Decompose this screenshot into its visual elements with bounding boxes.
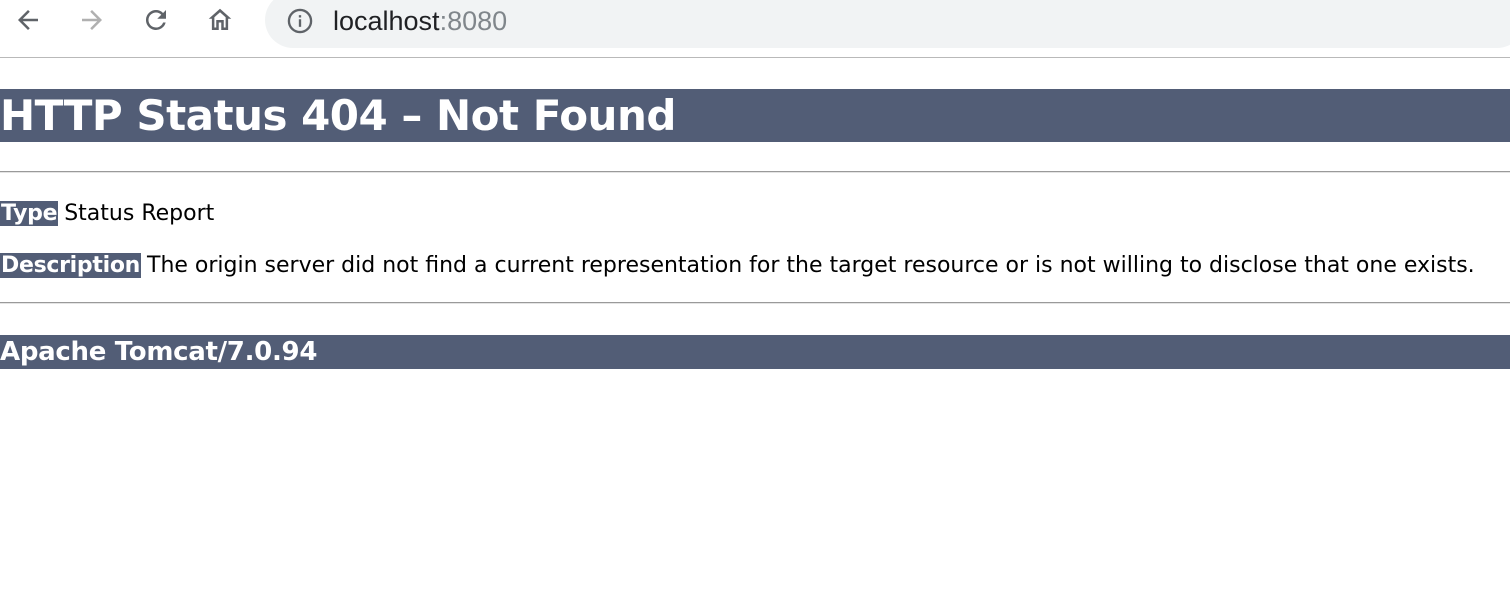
type-value: Status Report [64,201,215,226]
url-port: :8080 [439,6,508,36]
info-icon[interactable] [285,6,315,36]
forward-arrow-icon [77,5,107,35]
back-arrow-icon [13,5,43,35]
divider [0,171,1510,173]
description-value: The origin server did not find a current… [147,253,1475,278]
reload-icon [141,5,171,35]
reload-button[interactable] [138,2,174,38]
home-button[interactable] [202,2,238,38]
forward-button[interactable] [74,2,110,38]
home-icon [205,5,235,35]
url-host: localhost [333,6,440,36]
type-row: Type Status Report [0,201,214,227]
page-title: HTTP Status 404 – Not Found [0,89,1510,142]
divider [0,302,1510,304]
url-text[interactable]: localhost:8080 [333,5,507,37]
address-bar[interactable]: localhost:8080 [265,0,1510,48]
description-row: Description The origin server did not fin… [0,253,1475,279]
browser-toolbar: localhost:8080 [0,0,1510,58]
back-button[interactable] [10,2,46,38]
description-label: Description [0,253,141,278]
type-label: Type [0,201,59,226]
server-footer: Apache Tomcat/7.0.94 [0,335,1510,369]
